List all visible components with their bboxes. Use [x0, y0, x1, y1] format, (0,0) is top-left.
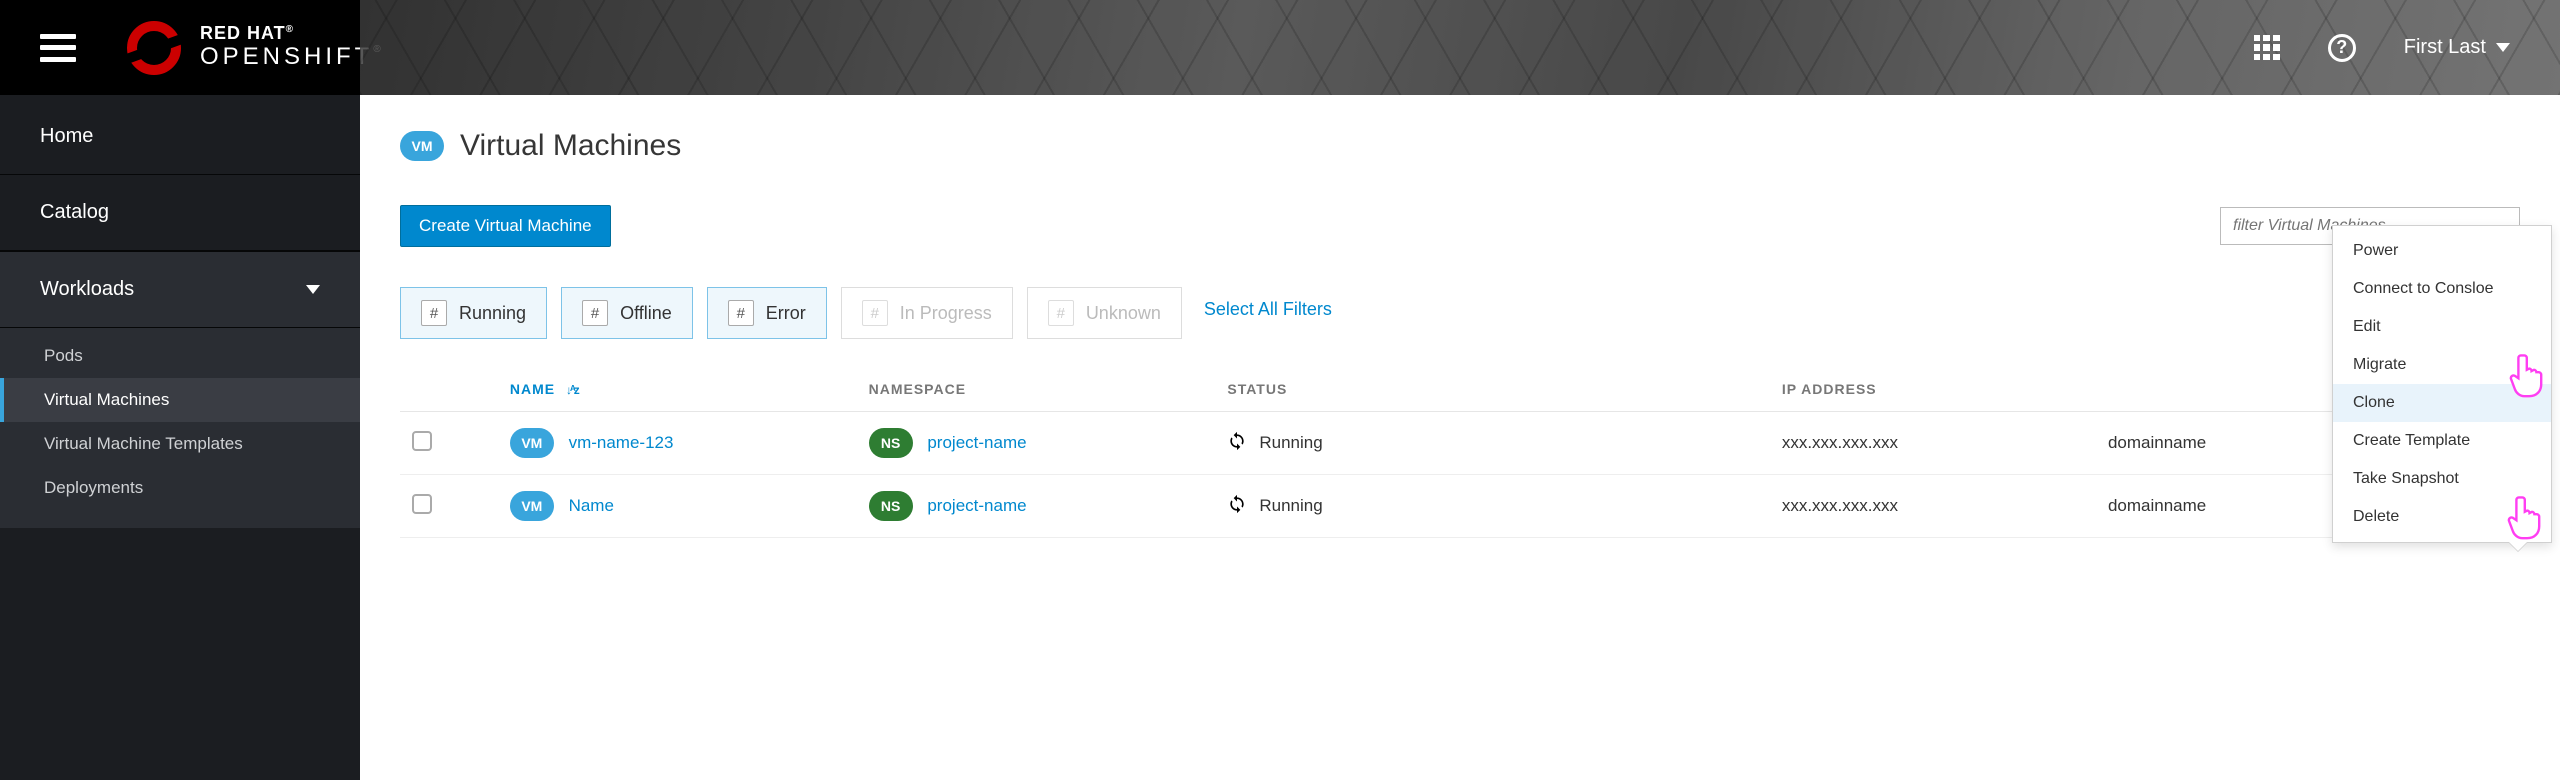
select-all-filters-link[interactable]: Select All Filters [1196, 287, 1340, 339]
filter-chip-running[interactable]: # Running [400, 287, 547, 339]
filter-label: Running [459, 303, 526, 324]
row-checkbox[interactable] [412, 431, 432, 451]
app-launcher-icon[interactable] [2254, 35, 2280, 61]
sidebar-item-pods[interactable]: Pods [0, 334, 360, 378]
namespace-link[interactable]: project-name [927, 496, 1026, 515]
col-header-name[interactable]: NAME ↓ᴬz [498, 367, 857, 412]
filter-count: # [728, 300, 754, 326]
col-header-status[interactable]: STATUS [1215, 367, 1769, 412]
sidebar-item-vm-templates[interactable]: Virtual Machine Templates [0, 422, 360, 466]
filter-chip-row: # Running # Offline # Error # In Progres… [400, 287, 2520, 339]
ip-text: xxx.xxx.xxx.xxx [1770, 475, 2096, 538]
vm-table: NAME ↓ᴬz NAMESPACE STATUS IP ADDRESS VM [400, 367, 2520, 538]
row-checkbox[interactable] [412, 494, 432, 514]
sort-az-icon: ↓ᴬz [566, 383, 578, 397]
resource-badge-ns: NS [869, 428, 913, 458]
topbar-background [360, 0, 2560, 95]
sidebar-item-deployments[interactable]: Deployments [0, 466, 360, 510]
filter-chip-error[interactable]: # Error [707, 287, 827, 339]
filter-label: Unknown [1086, 303, 1161, 324]
col-header-namespace[interactable]: NAMESPACE [857, 367, 1216, 412]
menu-item-power[interactable]: Power [2333, 232, 2551, 270]
chevron-down-icon [306, 285, 320, 294]
sync-icon [1227, 431, 1247, 456]
status-text: Running [1259, 433, 1322, 453]
filter-count: # [1048, 300, 1074, 326]
resource-badge-ns: NS [869, 491, 913, 521]
brand-line1: RED HAT [200, 23, 286, 43]
ip-text: xxx.xxx.xxx.xxx [1770, 412, 2096, 475]
menu-item-delete[interactable]: Delete [2333, 498, 2551, 536]
filter-chip-offline[interactable]: # Offline [561, 287, 693, 339]
filter-label: Error [766, 303, 806, 324]
openshift-logo-icon [126, 20, 182, 76]
hamburger-menu-icon[interactable] [40, 34, 76, 62]
sidebar-group-label: Workloads [40, 278, 134, 301]
resource-badge-vm: VM [400, 131, 444, 161]
sidebar: Home Catalog Workloads Pods Virtual Mach… [0, 95, 360, 780]
filter-label: Offline [620, 303, 672, 324]
menu-item-edit[interactable]: Edit [2333, 308, 2551, 346]
sidebar-sublist: Pods Virtual Machines Virtual Machine Te… [0, 328, 360, 528]
col-header-ip[interactable]: IP ADDRESS [1770, 367, 2096, 412]
resource-badge-vm: VM [510, 428, 554, 458]
sidebar-item-catalog[interactable]: Catalog [0, 175, 360, 251]
table-row: VM Name NS project-name Running [400, 475, 2520, 538]
status-text: Running [1259, 496, 1322, 516]
menu-item-clone[interactable]: Clone [2333, 384, 2551, 422]
create-vm-button[interactable]: Create Virtual Machine [400, 205, 611, 247]
sidebar-item-virtual-machines[interactable]: Virtual Machines [0, 378, 360, 422]
brand-line2: OPENSHIFT [200, 43, 373, 70]
sidebar-group-workloads[interactable]: Workloads [0, 251, 360, 328]
table-row: VM vm-name-123 NS project-name Running [400, 412, 2520, 475]
filter-count: # [421, 300, 447, 326]
resource-badge-vm: VM [510, 491, 554, 521]
brand-text: RED HAT® OPENSHIFT® [200, 24, 385, 70]
filter-count: # [862, 300, 888, 326]
sidebar-item-home[interactable]: Home [0, 99, 360, 175]
vm-name-link[interactable]: vm-name-123 [569, 433, 674, 452]
filter-chip-unknown[interactable]: # Unknown [1027, 287, 1182, 339]
menu-item-create-template[interactable]: Create Template [2333, 422, 2551, 460]
row-actions-menu: Power Connect to Consloe Edit Migrate Cl… [2332, 225, 2552, 543]
page-title: Virtual Machines [460, 129, 681, 163]
vm-name-link[interactable]: Name [569, 496, 614, 515]
menu-item-connect-console[interactable]: Connect to Consloe [2333, 270, 2551, 308]
filter-label: In Progress [900, 303, 992, 324]
brand-logo[interactable]: RED HAT® OPENSHIFT® [126, 20, 385, 76]
filter-chip-in-progress[interactable]: # In Progress [841, 287, 1013, 339]
menu-item-take-snapshot[interactable]: Take Snapshot [2333, 460, 2551, 498]
menu-item-migrate[interactable]: Migrate [2333, 346, 2551, 384]
sync-icon [1227, 494, 1247, 519]
chevron-down-icon [2496, 43, 2510, 52]
topbar: RED HAT® OPENSHIFT® ? First Last [0, 0, 2560, 95]
help-icon[interactable]: ? [2328, 34, 2356, 62]
filter-count: # [582, 300, 608, 326]
namespace-link[interactable]: project-name [927, 433, 1026, 452]
user-name: First Last [2404, 36, 2486, 59]
main-content: VM Virtual Machines Create Virtual Machi… [360, 95, 2560, 780]
user-menu[interactable]: First Last [2404, 36, 2510, 59]
